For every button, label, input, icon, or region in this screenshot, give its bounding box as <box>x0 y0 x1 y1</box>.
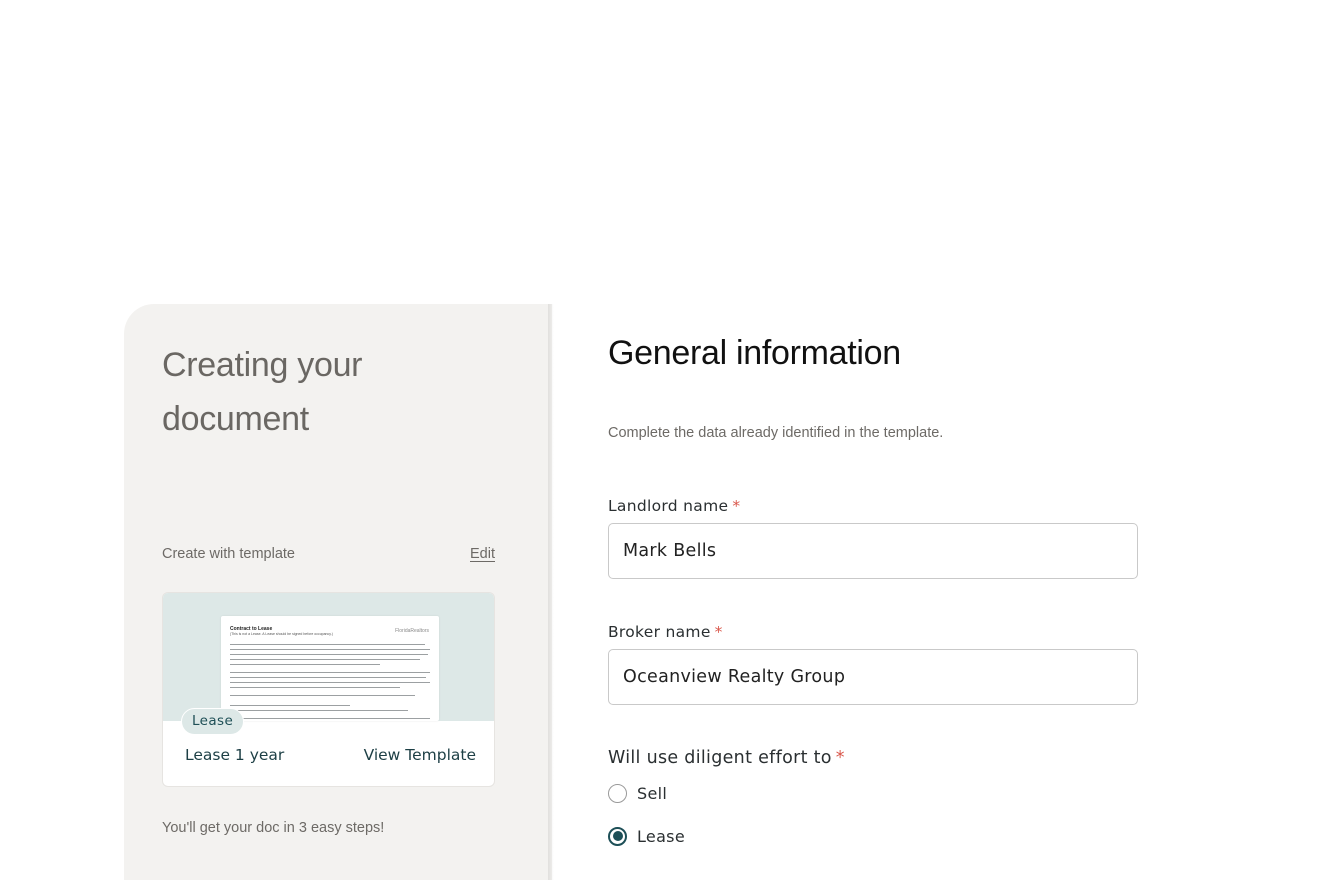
form-subtitle: Complete the data already identified in … <box>608 425 944 441</box>
diligent-effort-label-text: Will use diligent effort to <box>608 748 832 768</box>
edit-link[interactable]: Edit <box>470 546 495 562</box>
preview-line <box>230 687 400 689</box>
preview-line <box>230 654 428 656</box>
template-preview: Contract to Lease (This is not a Lease. … <box>163 593 494 721</box>
radio-button-sell[interactable] <box>608 783 627 803</box>
preview-logo: FloridaRealtors <box>395 628 429 634</box>
radio-label-sell: Sell <box>637 783 668 803</box>
template-row: Create with template Edit <box>162 544 495 564</box>
preview-line <box>230 672 430 674</box>
preview-line <box>230 705 350 707</box>
template-card-footer: Lease 1 year View Template <box>163 721 494 786</box>
required-indicator: * <box>732 497 741 515</box>
landlord-name-label-text: Landlord name <box>608 497 729 515</box>
landlord-name-label: Landlord name * <box>608 497 740 515</box>
preview-subheading: (This is not a Lease. A Lease should be … <box>230 632 333 636</box>
template-name: Lease 1 year <box>185 745 285 764</box>
radio-button-lease[interactable] <box>608 826 627 846</box>
preview-line <box>230 644 425 646</box>
form-title: General information <box>608 334 901 372</box>
preview-line <box>230 677 426 679</box>
required-indicator: * <box>714 623 723 641</box>
preview-line <box>230 695 415 697</box>
template-label: Create with template <box>162 546 295 562</box>
template-card[interactable]: Contract to Lease (This is not a Lease. … <box>162 592 495 787</box>
preview-line <box>230 682 430 684</box>
preview-line <box>230 664 380 666</box>
view-template-link[interactable]: View Template <box>364 746 476 764</box>
template-panel: Creating your document Create with templ… <box>124 304 552 880</box>
broker-name-label: Broker name * <box>608 623 723 641</box>
landlord-name-input[interactable] <box>608 523 1138 579</box>
radio-option-lease[interactable]: Lease <box>608 825 685 847</box>
required-indicator: * <box>835 748 845 768</box>
preview-line <box>230 649 430 651</box>
document-thumbnail: Contract to Lease (This is not a Lease. … <box>221 616 439 721</box>
panel-title: Creating your document <box>162 346 363 438</box>
broker-name-label-text: Broker name <box>608 623 711 641</box>
steps-hint: You'll get your doc in 3 easy steps! <box>162 820 385 836</box>
preview-line <box>230 710 408 712</box>
radio-option-sell[interactable]: Sell <box>608 782 667 804</box>
diligent-effort-label: Will use diligent effort to * <box>608 748 845 768</box>
preview-line <box>230 718 430 720</box>
preview-line <box>230 659 420 661</box>
broker-name-input[interactable] <box>608 649 1138 705</box>
radio-label-lease: Lease <box>637 826 685 846</box>
panel-divider-shadow <box>548 304 554 880</box>
